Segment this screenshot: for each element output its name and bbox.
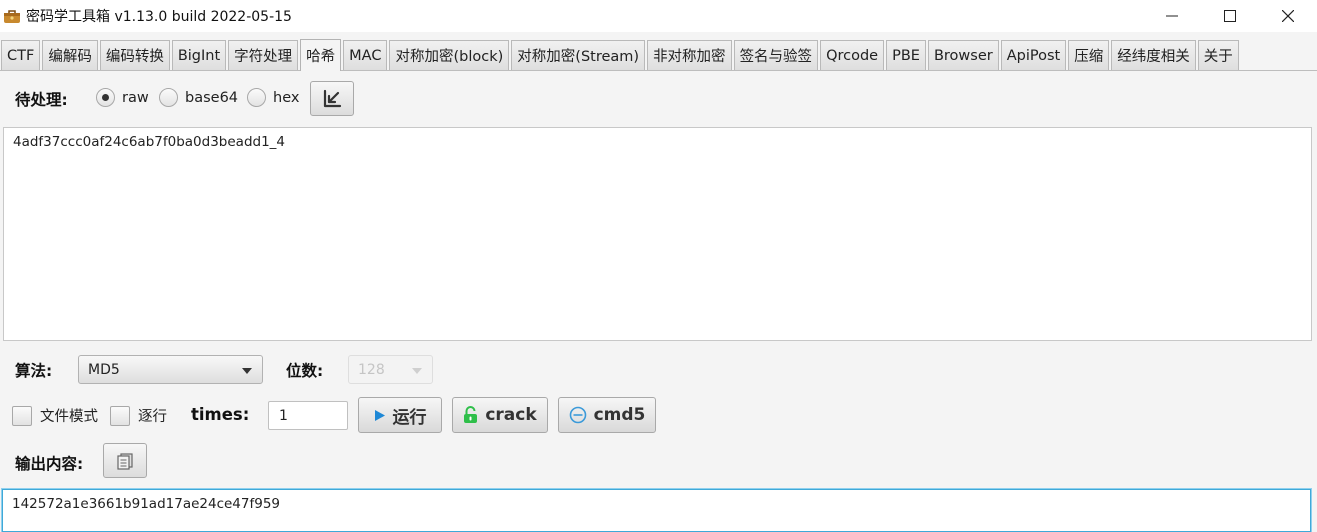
radio-hex-indicator[interactable] (247, 88, 266, 107)
radio-base64-label: base64 (185, 89, 239, 106)
run-label: 运行 (392, 407, 427, 428)
algorithm-label: 算法: (15, 362, 53, 380)
file-mode-label: 文件模式 (40, 409, 98, 425)
radio-hex-label: hex (273, 89, 300, 106)
crack-button[interactable]: crack (452, 397, 548, 433)
copy-button[interactable] (103, 443, 147, 478)
tab-apipost[interactable]: ApiPost (1000, 40, 1067, 70)
close-button[interactable] (1259, 0, 1317, 32)
tab-about[interactable]: 关于 (1197, 40, 1239, 70)
tab-bigint[interactable]: BigInt (171, 40, 227, 70)
times-input[interactable]: 1 (268, 401, 348, 430)
chevron-down-icon (412, 368, 422, 374)
radio-raw[interactable]: raw (96, 88, 149, 107)
tab-encoding-convert[interactable]: 编码转换 (99, 40, 170, 70)
bits-select: 128 (348, 355, 433, 384)
toolbox-icon (3, 7, 21, 25)
import-arrow-icon (323, 89, 342, 107)
output-label: 输出内容: (15, 455, 84, 473)
radio-raw-label: raw (122, 89, 149, 106)
line-by-line-label: 逐行 (138, 409, 167, 425)
cmd5-button[interactable]: cmd5 (558, 397, 656, 433)
unlock-icon (463, 406, 478, 424)
tab-compress[interactable]: 压缩 (1068, 40, 1110, 70)
radio-hex[interactable]: hex (247, 88, 299, 107)
input-textarea[interactable]: 4adf37ccc0af24c6ab7f0ba0d3beadd1_4 (3, 127, 1312, 341)
chevron-down-icon (242, 368, 252, 374)
play-icon (374, 409, 386, 422)
maximize-button[interactable] (1201, 0, 1259, 32)
bits-label: 位数: (286, 362, 324, 380)
title-bar: 密码学工具箱 v1.13.0 build 2022-05-15 (0, 0, 1317, 32)
copy-icon (117, 452, 133, 470)
window-title: 密码学工具箱 v1.13.0 build 2022-05-15 (26, 9, 292, 25)
tab-ctf[interactable]: CTF (1, 40, 41, 70)
tab-hash[interactable]: 哈希 (300, 39, 342, 71)
input-label: 待处理: (15, 91, 68, 109)
line-by-line-box[interactable] (110, 405, 130, 426)
tab-sign-verify[interactable]: 签名与验签 (733, 40, 819, 70)
tab-browser[interactable]: Browser (927, 40, 999, 70)
maximize-icon (1224, 10, 1236, 22)
tab-qrcode[interactable]: Qrcode (820, 40, 885, 70)
run-button[interactable]: 运行 (358, 397, 442, 433)
tab-encode-decode[interactable]: 编解码 (42, 40, 98, 70)
crack-label: crack (485, 405, 537, 425)
times-label: times: (191, 405, 250, 424)
minimize-icon (1166, 15, 1178, 17)
import-button[interactable] (310, 81, 354, 116)
algorithm-value: MD5 (88, 361, 120, 378)
radio-base64[interactable]: base64 (159, 88, 238, 107)
tab-symmetric-block[interactable]: 对称加密(block) (389, 40, 510, 70)
tab-bar: CTF 编解码 编码转换 BigInt 字符处理 哈希 MAC 对称加密(blo… (0, 39, 1317, 71)
bits-value: 128 (358, 361, 385, 378)
tab-mac[interactable]: MAC (343, 40, 388, 70)
line-by-line-checkbox[interactable]: 逐行 (110, 405, 167, 426)
tab-asymmetric[interactable]: 非对称加密 (647, 40, 732, 70)
minimize-button[interactable] (1143, 0, 1201, 32)
radio-base64-indicator[interactable] (159, 88, 178, 107)
window-controls (1143, 0, 1317, 32)
tab-pbe[interactable]: PBE (886, 40, 926, 70)
output-textarea[interactable]: 142572a1e3661b91ad17ae24ce47f959 (2, 489, 1311, 532)
tab-geo[interactable]: 经纬度相关 (1111, 40, 1196, 70)
tab-string-processing[interactable]: 字符处理 (228, 40, 299, 70)
radio-raw-indicator[interactable] (96, 88, 115, 107)
file-mode-checkbox[interactable]: 文件模式 (12, 405, 98, 426)
file-mode-box[interactable] (12, 405, 32, 426)
browser-e-icon (569, 406, 587, 424)
algorithm-select[interactable]: MD5 (78, 355, 263, 384)
cmd5-label: cmd5 (593, 405, 646, 425)
close-icon (1282, 10, 1294, 22)
tab-symmetric-stream[interactable]: 对称加密(Stream) (511, 40, 646, 70)
